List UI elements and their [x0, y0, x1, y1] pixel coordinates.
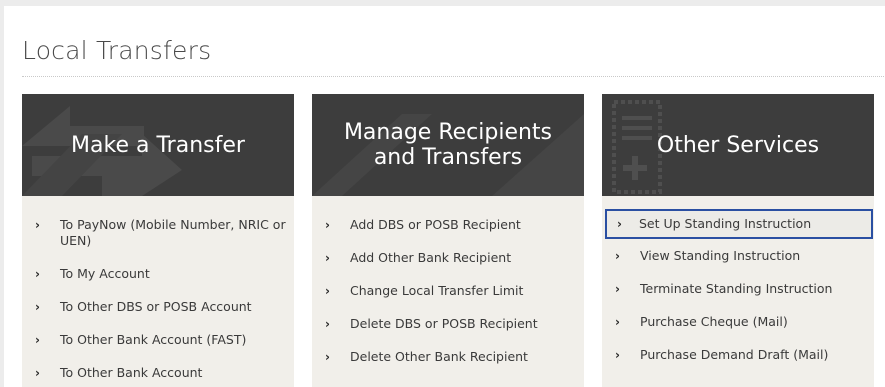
link-purchase-cheque-mail[interactable]: › Purchase Cheque (Mail): [602, 314, 874, 330]
link-add-other-bank-recipient[interactable]: › Add Other Bank Recipient: [312, 250, 584, 266]
link-label: To My Account: [60, 266, 150, 281]
link-delete-dbs-posb-recipient[interactable]: › Delete DBS or POSB Recipient: [312, 316, 584, 332]
link-label: Set Up Standing Instruction: [639, 216, 812, 231]
chevron-right-icon: ›: [35, 218, 40, 232]
make-transfer-links: › To PayNow (Mobile Number, NRIC or UEN) …: [22, 196, 294, 381]
link-change-local-transfer-limit[interactable]: › Change Local Transfer Limit: [312, 283, 584, 299]
link-terminate-standing-instruction[interactable]: › Terminate Standing Instruction: [602, 281, 874, 297]
other-services-panel: Other Services › Set Up Standing Instruct…: [602, 94, 874, 387]
other-services-banner[interactable]: Other Services: [602, 94, 874, 196]
make-transfer-heading-text: Make a Transfer: [71, 132, 245, 158]
page-frame: Local Transfers Make a Transfer › To PayN…: [4, 6, 885, 387]
link-label: Purchase Cheque (Mail): [640, 314, 788, 329]
link-label: Add DBS or POSB Recipient: [350, 217, 521, 232]
link-set-up-standing-instruction[interactable]: › Set Up Standing Instruction: [605, 209, 873, 239]
link-label: Delete Other Bank Recipient: [350, 349, 528, 364]
manage-recipients-heading-line1: Manage Recipients: [343, 120, 553, 145]
link-label: To Other Bank Account (FAST): [60, 332, 247, 347]
link-delete-other-bank-recipient[interactable]: › Delete Other Bank Recipient: [312, 349, 584, 365]
link-add-dbs-posb-recipient[interactable]: › Add DBS or POSB Recipient: [312, 217, 584, 233]
other-services-links: › Set Up Standing Instruction › View Stand…: [602, 196, 874, 363]
chevron-right-icon: ›: [35, 333, 40, 347]
make-transfer-panel: Make a Transfer › To PayNow (Mobile Numbe…: [22, 94, 294, 387]
link-label: Change Local Transfer Limit: [350, 283, 524, 298]
chevron-right-icon: ›: [615, 249, 620, 263]
link-to-my-account[interactable]: › To My Account: [22, 266, 294, 282]
link-view-standing-instruction[interactable]: › View Standing Instruction: [602, 248, 874, 264]
chevron-right-icon: ›: [615, 282, 620, 296]
manage-recipients-panel: Manage Recipients and Transfers › Add DBS…: [312, 94, 584, 387]
page-title: Local Transfers: [22, 36, 212, 65]
link-label: Purchase Demand Draft (Mail): [640, 347, 829, 362]
link-label: To Other DBS or POSB Account: [60, 299, 252, 314]
manage-recipients-banner[interactable]: Manage Recipients and Transfers: [312, 94, 584, 196]
chevron-right-icon: ›: [35, 300, 40, 314]
link-to-other-bank-account[interactable]: › To Other Bank Account: [22, 365, 294, 381]
make-transfer-heading: Make a Transfer: [22, 94, 294, 196]
link-label: Terminate Standing Instruction: [640, 281, 833, 296]
chevron-right-icon: ›: [617, 217, 622, 231]
link-to-other-bank-account-fast[interactable]: › To Other Bank Account (FAST): [22, 332, 294, 348]
chevron-right-icon: ›: [615, 315, 620, 329]
link-purchase-demand-draft-mail[interactable]: › Purchase Demand Draft (Mail): [602, 347, 874, 363]
link-to-paynow[interactable]: › To PayNow (Mobile Number, NRIC or UEN): [22, 217, 294, 249]
link-label: View Standing Instruction: [640, 248, 801, 263]
chevron-right-icon: ›: [325, 218, 330, 232]
chevron-right-icon: ›: [325, 251, 330, 265]
link-label: To Other Bank Account: [60, 365, 203, 380]
chevron-right-icon: ›: [615, 348, 620, 362]
link-to-other-dbs-posb-account[interactable]: › To Other DBS or POSB Account: [22, 299, 294, 315]
make-transfer-banner[interactable]: Make a Transfer: [22, 94, 294, 196]
chevron-right-icon: ›: [325, 284, 330, 298]
title-divider: [22, 76, 884, 77]
manage-recipients-heading: Manage Recipients and Transfers: [312, 94, 584, 196]
chevron-right-icon: ›: [325, 350, 330, 364]
other-services-heading-text: Other Services: [656, 132, 820, 158]
chevron-right-icon: ›: [35, 267, 40, 281]
other-services-heading: Other Services: [602, 94, 874, 196]
manage-recipients-heading-line2: and Transfers: [373, 145, 523, 170]
chevron-right-icon: ›: [35, 366, 40, 380]
link-label: To PayNow (Mobile Number, NRIC or UEN): [60, 217, 286, 248]
link-label: Delete DBS or POSB Recipient: [350, 316, 538, 331]
chevron-right-icon: ›: [325, 317, 330, 331]
link-label: Add Other Bank Recipient: [350, 250, 512, 265]
manage-recipients-links: › Add DBS or POSB Recipient › Add Other Ba…: [312, 196, 584, 365]
